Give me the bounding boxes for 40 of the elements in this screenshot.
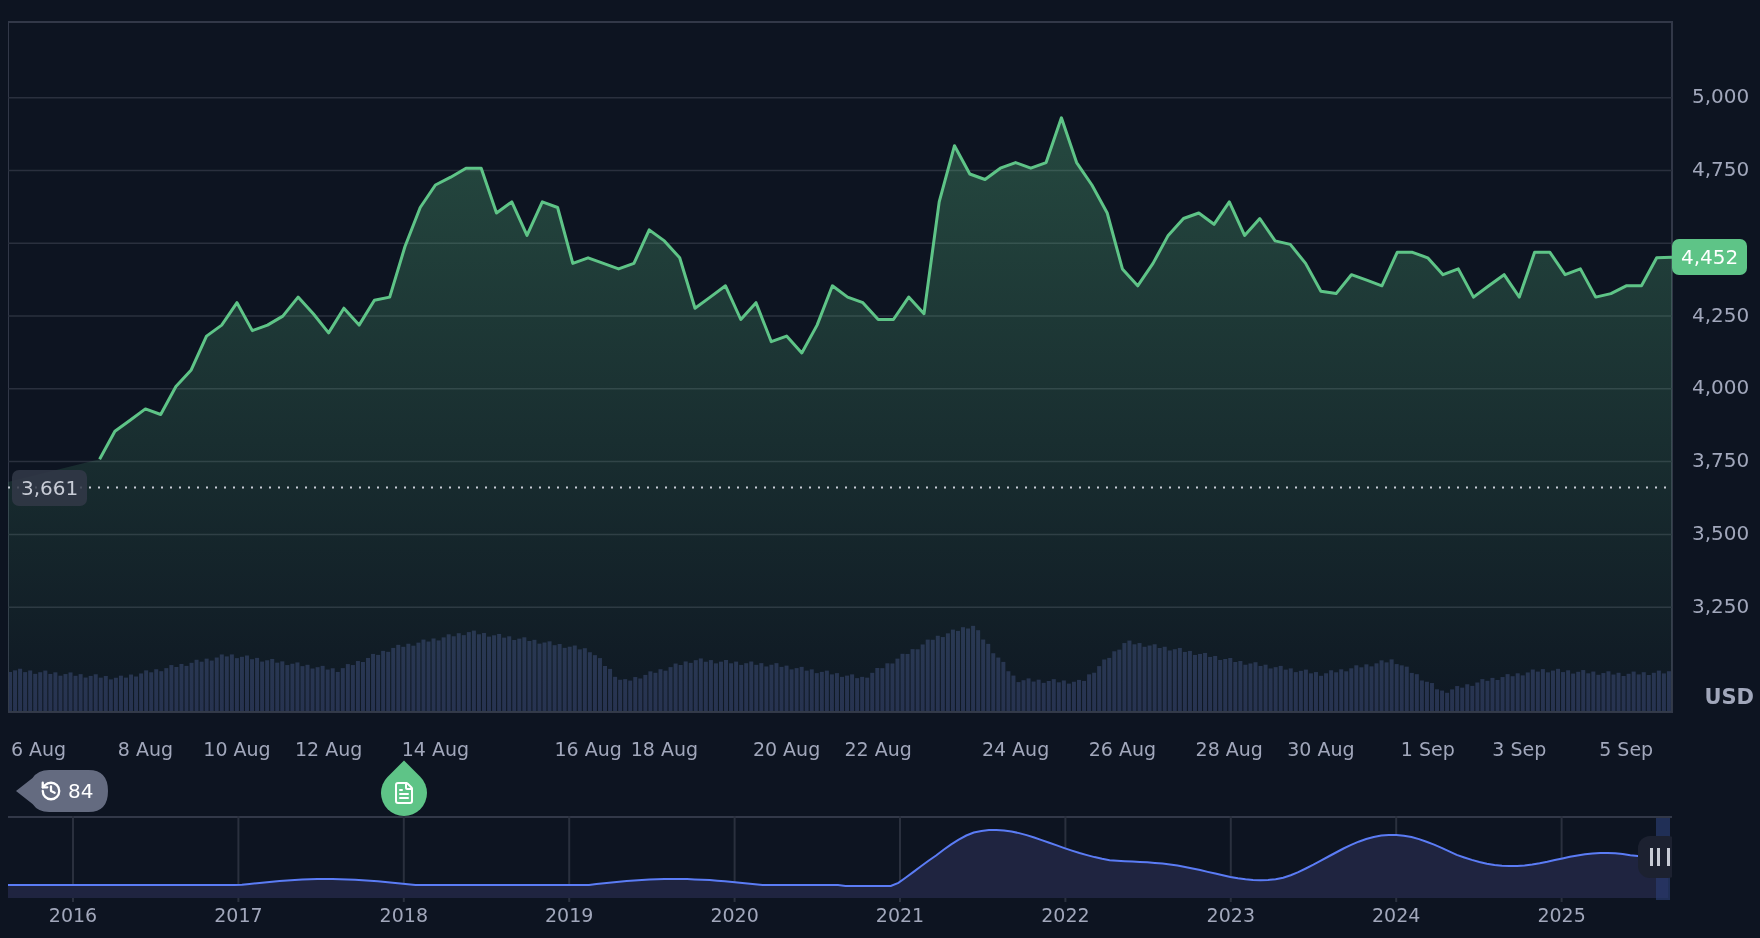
- axis-label: 24 Aug: [981, 737, 1050, 760]
- year-label: 2022: [1041, 904, 1090, 926]
- history-badge[interactable]: 84: [16, 770, 108, 812]
- axis-label: 8 Aug: [117, 737, 173, 760]
- history-icon: [40, 780, 62, 802]
- axis-label: 10 Aug: [203, 737, 271, 760]
- year-label: 2017: [214, 904, 263, 926]
- axis-label: 3,750: [1692, 448, 1750, 473]
- axis-label: 4,250: [1692, 302, 1750, 327]
- axis-label: 4,750: [1692, 157, 1750, 181]
- year-label: 2021: [875, 904, 925, 926]
- year-label: 2018: [379, 904, 428, 926]
- currency-label: USD: [1704, 685, 1754, 709]
- axis-label: 22 Aug: [844, 737, 912, 760]
- axis-label: 14 Aug: [401, 737, 470, 760]
- year-label: 2019: [545, 904, 594, 926]
- year-label: 2023: [1206, 904, 1255, 926]
- year-label: 2024: [1372, 904, 1421, 926]
- axis-label: 12 Aug: [294, 737, 363, 760]
- axis-label: 1 Sep: [1400, 737, 1455, 760]
- year-label: 2025: [1537, 904, 1586, 926]
- axis-label: 18 Aug: [630, 737, 699, 760]
- baseline-tag: 3,661: [12, 469, 88, 506]
- range-handle[interactable]: [1638, 818, 1672, 900]
- document-icon: [392, 781, 416, 805]
- axis-label: 16 Aug: [554, 737, 622, 760]
- axis-label: 4,000: [1692, 375, 1750, 400]
- price-tag: 4,452: [1672, 239, 1748, 276]
- axis-label: 3,500: [1692, 520, 1750, 545]
- axis-label: 5,000: [1692, 84, 1750, 109]
- axis-label: 26 Aug: [1088, 737, 1157, 760]
- axis-label: 30 Aug: [1287, 737, 1355, 760]
- axis-label: 6 Aug: [10, 737, 67, 760]
- axis-label: 3 Sep: [1492, 737, 1547, 760]
- axis-label: 5 Sep: [1599, 737, 1654, 760]
- year-label: 2020: [710, 904, 759, 926]
- axis-label: 20 Aug: [752, 737, 821, 760]
- axis-label: 3,250: [1692, 593, 1750, 618]
- year-label: 2016: [48, 904, 98, 926]
- axis-label: 28 Aug: [1195, 737, 1263, 760]
